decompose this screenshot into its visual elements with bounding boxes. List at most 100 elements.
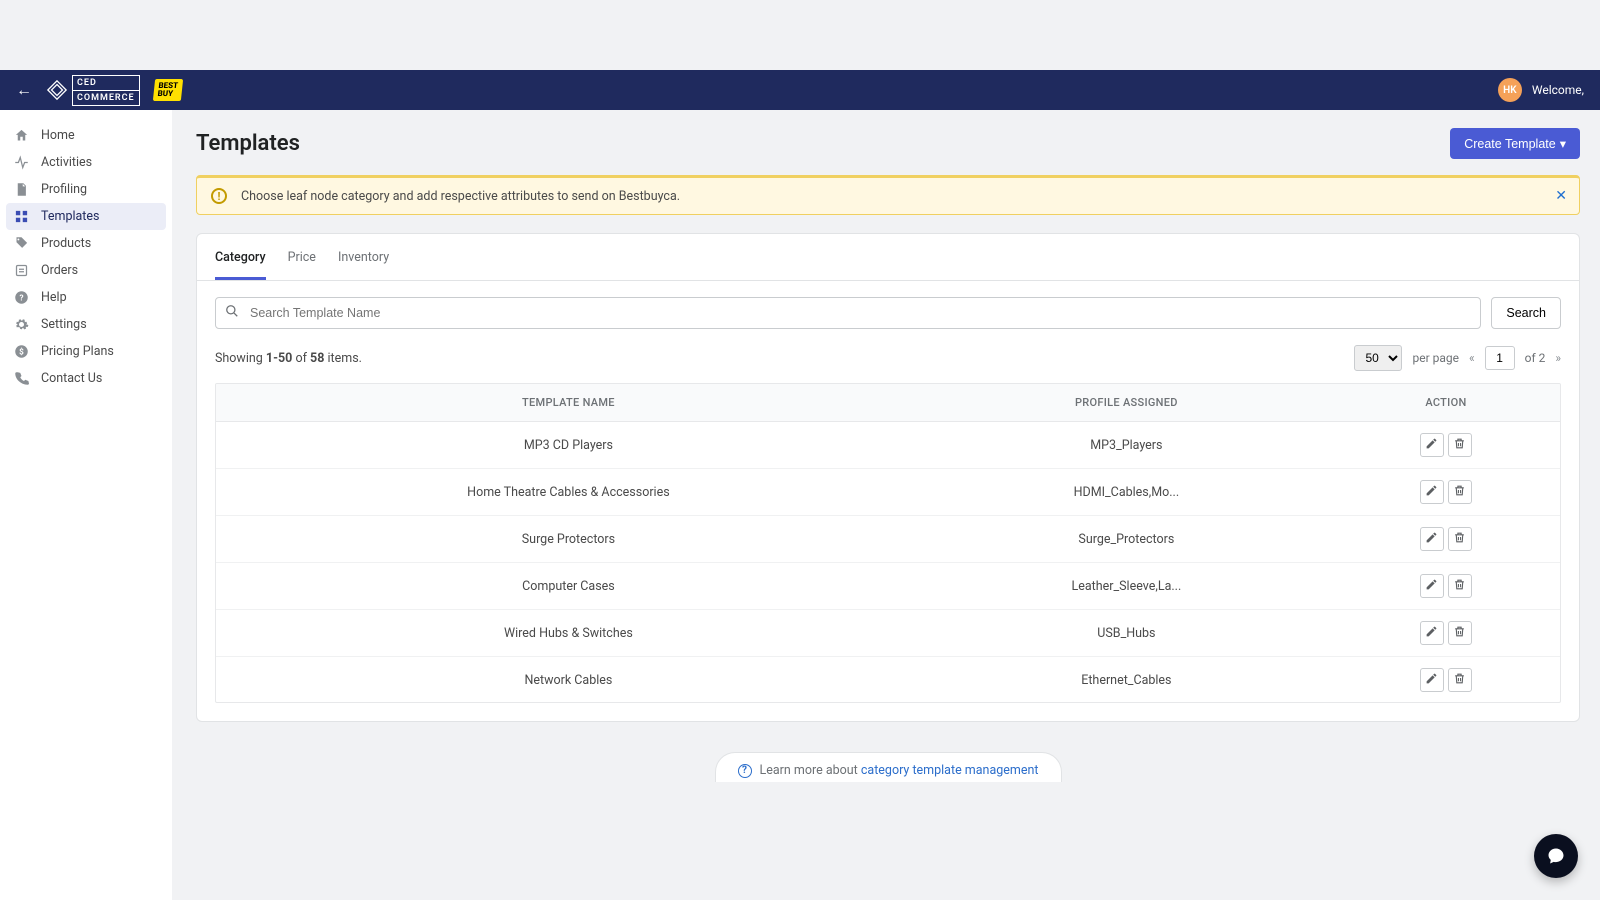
sidebar-item-home[interactable]: Home xyxy=(0,122,172,149)
cell-template-name: MP3 CD Players xyxy=(216,422,921,469)
edit-button[interactable] xyxy=(1420,433,1444,457)
info-icon: ? xyxy=(738,764,752,778)
sidebar-item-products[interactable]: Products xyxy=(0,230,172,257)
brand-text-bottom: COMMERCE xyxy=(72,91,140,106)
chat-fab[interactable] xyxy=(1534,834,1578,878)
per-page-select[interactable]: 50 xyxy=(1354,345,1402,371)
delete-button[interactable] xyxy=(1448,668,1472,692)
sidebar-item-settings[interactable]: Settings xyxy=(0,311,172,338)
per-page-label: per page xyxy=(1412,351,1459,365)
topbar: ← CED COMMERCE BEST BUY HK Welcome, xyxy=(0,70,1600,110)
create-template-button[interactable]: Create Template ▾ xyxy=(1450,128,1580,159)
table-row: MP3 CD PlayersMP3_Players xyxy=(216,422,1560,469)
caret-down-icon: ▾ xyxy=(1560,136,1566,151)
sidebar-item-profiling[interactable]: Profiling xyxy=(0,176,172,203)
pencil-icon xyxy=(1425,625,1438,642)
pencil-icon xyxy=(1425,437,1438,454)
edit-button[interactable] xyxy=(1420,480,1444,504)
sidebar-item-pricing-plans[interactable]: $ Pricing Plans xyxy=(0,338,172,365)
trash-icon xyxy=(1453,578,1466,595)
top-spacer xyxy=(0,0,1600,70)
page-prev-icon[interactable]: « xyxy=(1469,351,1475,365)
sidebar-item-label: Products xyxy=(41,236,91,251)
sidebar-item-orders[interactable]: Orders xyxy=(0,257,172,284)
main-content: Templates Create Template ▾ ! Choose lea… xyxy=(172,110,1600,900)
pencil-icon xyxy=(1425,531,1438,548)
column-header: PROFILE ASSIGNED xyxy=(921,384,1332,422)
cell-template-name: Home Theatre Cables & Accessories xyxy=(216,469,921,516)
edit-button[interactable] xyxy=(1420,668,1444,692)
sidebar-item-activities[interactable]: Activities xyxy=(0,149,172,176)
showing-count: Showing 1-50 of 58 items. xyxy=(215,351,362,366)
home-icon xyxy=(14,128,29,143)
profile-icon xyxy=(14,182,29,197)
column-header: TEMPLATE NAME xyxy=(216,384,921,422)
cell-profile: USB_Hubs xyxy=(921,610,1332,657)
banner-close-icon[interactable]: ✕ xyxy=(1555,188,1567,204)
table-row: Network CablesEthernet_Cables xyxy=(216,657,1560,704)
cell-profile: Leather_Sleeve,La... xyxy=(921,563,1332,610)
tab-price[interactable]: Price xyxy=(288,250,316,280)
avatar[interactable]: HK xyxy=(1498,78,1522,102)
trash-icon xyxy=(1453,625,1466,642)
tabs: Category Price Inventory xyxy=(197,234,1579,281)
sidebar-item-templates[interactable]: Templates xyxy=(6,203,166,230)
back-arrow-icon[interactable]: ← xyxy=(16,80,32,100)
grid-icon xyxy=(14,209,29,224)
page-next-icon[interactable]: » xyxy=(1555,351,1561,365)
edit-button[interactable] xyxy=(1420,621,1444,645)
sidebar-item-label: Orders xyxy=(41,263,78,278)
brand-logo-ced: CED COMMERCE xyxy=(46,75,140,106)
sidebar-item-label: Help xyxy=(41,290,67,305)
trash-icon xyxy=(1453,484,1466,501)
delete-button[interactable] xyxy=(1448,574,1472,598)
search-icon xyxy=(225,304,239,322)
svg-text:$: $ xyxy=(19,347,24,357)
learn-more: ? Learn more about category template man… xyxy=(196,742,1580,782)
info-banner: ! Choose leaf node category and add resp… xyxy=(196,175,1580,215)
delete-button[interactable] xyxy=(1448,621,1472,645)
delete-button[interactable] xyxy=(1448,480,1472,504)
page-input[interactable] xyxy=(1485,346,1515,370)
cell-template-name: Network Cables xyxy=(216,657,921,704)
phone-icon xyxy=(14,371,29,386)
sidebar-item-label: Profiling xyxy=(41,182,87,197)
tab-inventory[interactable]: Inventory xyxy=(338,250,389,280)
edit-button[interactable] xyxy=(1420,574,1444,598)
sidebar-item-contact-us[interactable]: Contact Us xyxy=(0,365,172,392)
edit-button[interactable] xyxy=(1420,527,1444,551)
sidebar-item-label: Activities xyxy=(41,155,92,170)
warning-icon: ! xyxy=(211,188,227,204)
tab-category[interactable]: Category xyxy=(215,250,266,280)
search-box xyxy=(215,297,1481,329)
learn-more-link[interactable]: category template management xyxy=(861,763,1039,778)
cell-template-name: Surge Protectors xyxy=(216,516,921,563)
sidebar-item-label: Settings xyxy=(41,317,87,332)
search-button[interactable]: Search xyxy=(1491,297,1561,329)
svg-text:?: ? xyxy=(19,293,23,303)
orders-icon xyxy=(14,263,29,278)
search-input[interactable] xyxy=(215,297,1481,329)
gear-icon xyxy=(14,317,29,332)
banner-text: Choose leaf node category and add respec… xyxy=(241,189,680,204)
dollar-icon: $ xyxy=(14,344,29,359)
pencil-icon xyxy=(1425,672,1438,689)
table-row: Surge ProtectorsSurge_Protectors xyxy=(216,516,1560,563)
brand-text-top: CED xyxy=(72,75,140,91)
welcome-text: Welcome, xyxy=(1532,84,1584,97)
cell-profile: Surge_Protectors xyxy=(921,516,1332,563)
page-title: Templates xyxy=(196,131,300,156)
trash-icon xyxy=(1453,531,1466,548)
page-of-label: of 2 xyxy=(1525,351,1546,365)
delete-button[interactable] xyxy=(1448,433,1472,457)
sidebar-item-label: Pricing Plans xyxy=(41,344,114,359)
sidebar-item-help[interactable]: ? Help xyxy=(0,284,172,311)
table-row: Wired Hubs & SwitchesUSB_Hubs xyxy=(216,610,1560,657)
cell-template-name: Computer Cases xyxy=(216,563,921,610)
cell-profile: HDMI_Cables,Mo... xyxy=(921,469,1332,516)
sidebar-item-label: Home xyxy=(41,128,75,143)
column-header: ACTION xyxy=(1332,384,1560,422)
table-scroll[interactable]: TEMPLATE NAMEPROFILE ASSIGNEDACTION MP3 … xyxy=(215,383,1561,703)
pagination: 50 per page « of 2 » xyxy=(1354,345,1561,371)
delete-button[interactable] xyxy=(1448,527,1472,551)
